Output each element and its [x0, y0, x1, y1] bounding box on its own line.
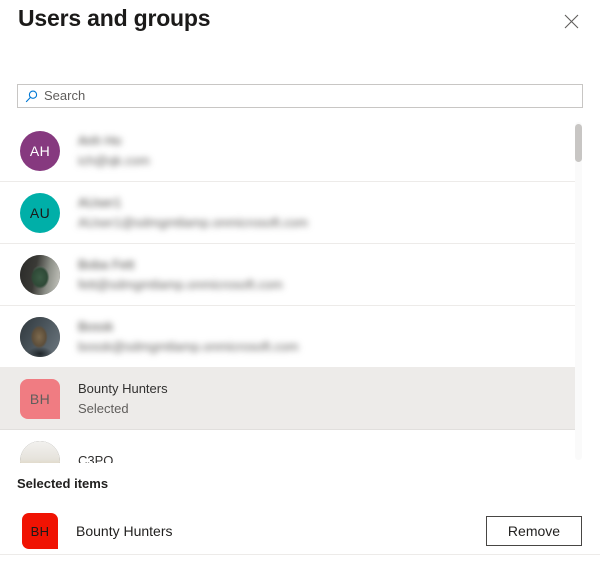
selected-item-name: Bounty Hunters — [76, 523, 173, 539]
list-item[interactable]: AH Anh Ho ich@qk.com — [0, 120, 580, 182]
list-item[interactable]: Boba Fett fett@sdmgmtlamp.onmicrosoft.co… — [0, 244, 580, 306]
person-email: AUser1@sdmgmtlamp.onmicrosoft.com — [78, 214, 308, 230]
selected-items-heading: Selected items — [17, 476, 109, 491]
avatar — [20, 441, 60, 463]
search-icon — [18, 90, 44, 103]
person-email: fett@sdmgmtlamp.onmicrosoft.com — [78, 276, 283, 292]
avatar: AH — [20, 130, 60, 171]
search-input[interactable] — [44, 86, 582, 106]
avatar-photo — [20, 441, 60, 463]
list-item-selected[interactable]: BH Bounty Hunters Selected — [0, 368, 580, 430]
close-button[interactable] — [556, 6, 586, 36]
avatar-photo — [20, 316, 60, 357]
list-item-text: AUser1 AUser1@sdmgmtlamp.onmicrosoft.com — [78, 194, 308, 230]
remove-button[interactable]: Remove — [486, 516, 582, 546]
dialog-header: Users and groups — [0, 0, 600, 62]
avatar: AU — [20, 192, 60, 233]
search-box[interactable] — [17, 84, 583, 108]
list-item-text: Bossk bossk@sdmgmtlamp.onmicrosoft.com — [78, 318, 299, 354]
list-item-text: Bounty Hunters Selected — [78, 380, 168, 416]
list-scrollbar[interactable] — [575, 122, 582, 460]
scrollbar-thumb[interactable] — [575, 124, 582, 162]
person-name: Boba Fett — [78, 256, 135, 272]
avatar: BH — [22, 513, 58, 549]
people-picker-list[interactable]: AH Anh Ho ich@qk.com AU AUser1 AUser1@sd… — [0, 120, 600, 463]
selected-items-section: Selected items BH Bounty Hunters Remove — [0, 463, 600, 555]
avatar-initials: BH — [29, 390, 51, 407]
avatar-initials: BH — [30, 523, 50, 539]
selected-item-row: BH Bounty Hunters Remove — [0, 508, 600, 555]
group-name: Bounty Hunters — [78, 380, 168, 396]
person-name: C3PO — [78, 453, 114, 464]
avatar-initials: AH — [29, 142, 51, 159]
list-item-text: Boba Fett fett@sdmgmtlamp.onmicrosoft.co… — [78, 256, 283, 292]
avatar — [20, 316, 60, 357]
person-name: Anh Ho — [78, 132, 122, 148]
person-email: bossk@sdmgmtlamp.onmicrosoft.com — [78, 338, 299, 354]
avatar: BH — [20, 378, 60, 419]
selection-status: Selected — [78, 400, 129, 416]
avatar-initials: AU — [29, 204, 51, 221]
close-icon — [564, 14, 579, 29]
list-item-text: Anh Ho ich@qk.com — [78, 132, 150, 168]
person-name: AUser1 — [78, 194, 122, 210]
list-item[interactable]: AU AUser1 AUser1@sdmgmtlamp.onmicrosoft.… — [0, 182, 580, 244]
list-item[interactable]: C3PO — [0, 430, 580, 463]
person-email: ich@qk.com — [78, 152, 150, 168]
avatar-photo — [20, 254, 60, 295]
people-list-inner: AH Anh Ho ich@qk.com AU AUser1 AUser1@sd… — [0, 120, 580, 463]
list-item-text: C3PO — [78, 453, 114, 464]
person-name: Bossk — [78, 318, 114, 334]
list-item[interactable]: Bossk bossk@sdmgmtlamp.onmicrosoft.com — [0, 306, 580, 368]
avatar — [20, 254, 60, 295]
page-title: Users and groups — [18, 5, 211, 31]
